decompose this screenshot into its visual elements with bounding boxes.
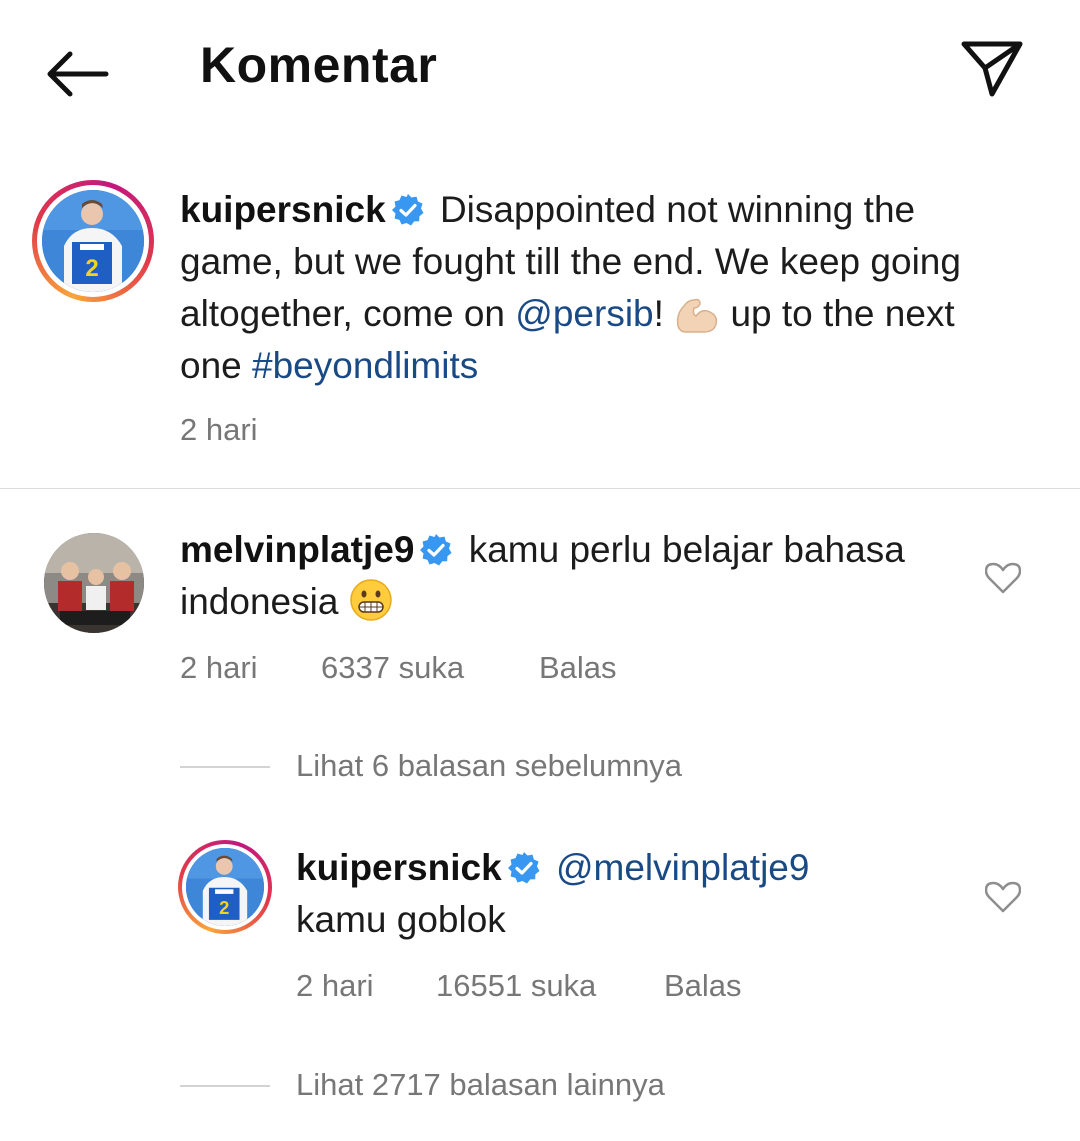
caption-username[interactable]: kuipersnick: [180, 189, 386, 230]
heart-icon: [984, 881, 1022, 913]
reply-avatar[interactable]: 2: [178, 840, 272, 934]
verified-badge-icon: [391, 194, 424, 226]
paper-plane-icon: [961, 41, 1023, 97]
comment-text: melvinplatje9 kamu perlu belajar bahasa …: [180, 524, 940, 628]
caption-text: kuipersnick Disappointed not winning the…: [180, 184, 1010, 392]
reply-body: kamu goblok: [296, 899, 506, 940]
reply-reply-button[interactable]: Balas: [664, 968, 742, 1004]
reply-likes[interactable]: 16551 suka: [436, 968, 596, 1004]
hashtag-link[interactable]: #beyondlimits: [252, 345, 478, 386]
arrow-left-icon: [47, 51, 109, 97]
comment-time: 2 hari: [180, 650, 258, 685]
page-title: Komentar: [200, 37, 438, 93]
reply-mention-link[interactable]: @melvinplatje9: [556, 847, 810, 888]
verified-badge-icon: [420, 534, 452, 566]
back-button[interactable]: [44, 48, 110, 100]
like-button[interactable]: [984, 881, 1022, 913]
player-photo: 2: [42, 190, 144, 292]
mention-link[interactable]: @persib: [515, 293, 653, 334]
player-photo: 2: [186, 848, 264, 926]
view-previous-replies[interactable]: Lihat 6 balasan sebelumnya: [296, 748, 682, 784]
reply-time: 2 hari: [296, 968, 374, 1003]
view-more-replies[interactable]: Lihat 2717 balasan lainnya: [296, 1067, 665, 1103]
share-button[interactable]: [958, 38, 1026, 100]
like-button[interactable]: [984, 562, 1022, 594]
comment-reply-button[interactable]: Balas: [539, 650, 617, 686]
kids-photo: [44, 533, 144, 633]
comment-likes[interactable]: 6337 suka: [321, 650, 464, 686]
reply-username[interactable]: kuipersnick: [296, 847, 502, 888]
svg-text:2: 2: [85, 255, 98, 282]
avatar[interactable]: 2: [32, 180, 154, 302]
caption-body-2: !: [653, 293, 675, 334]
heart-icon: [984, 562, 1022, 594]
thread-line: [180, 1085, 270, 1087]
flexed-biceps-icon: [677, 298, 718, 333]
comment-avatar[interactable]: [44, 533, 144, 633]
comment-username[interactable]: melvinplatje9: [180, 529, 414, 570]
verified-badge-icon: [507, 852, 540, 884]
caption-time: 2 hari: [180, 412, 258, 447]
svg-text:2: 2: [219, 897, 229, 918]
divider: [0, 488, 1080, 489]
reply-text: kuipersnick @melvinplatje9 kamu goblok: [296, 842, 936, 946]
thread-line: [180, 766, 270, 768]
grinning-face-icon: [349, 579, 392, 621]
